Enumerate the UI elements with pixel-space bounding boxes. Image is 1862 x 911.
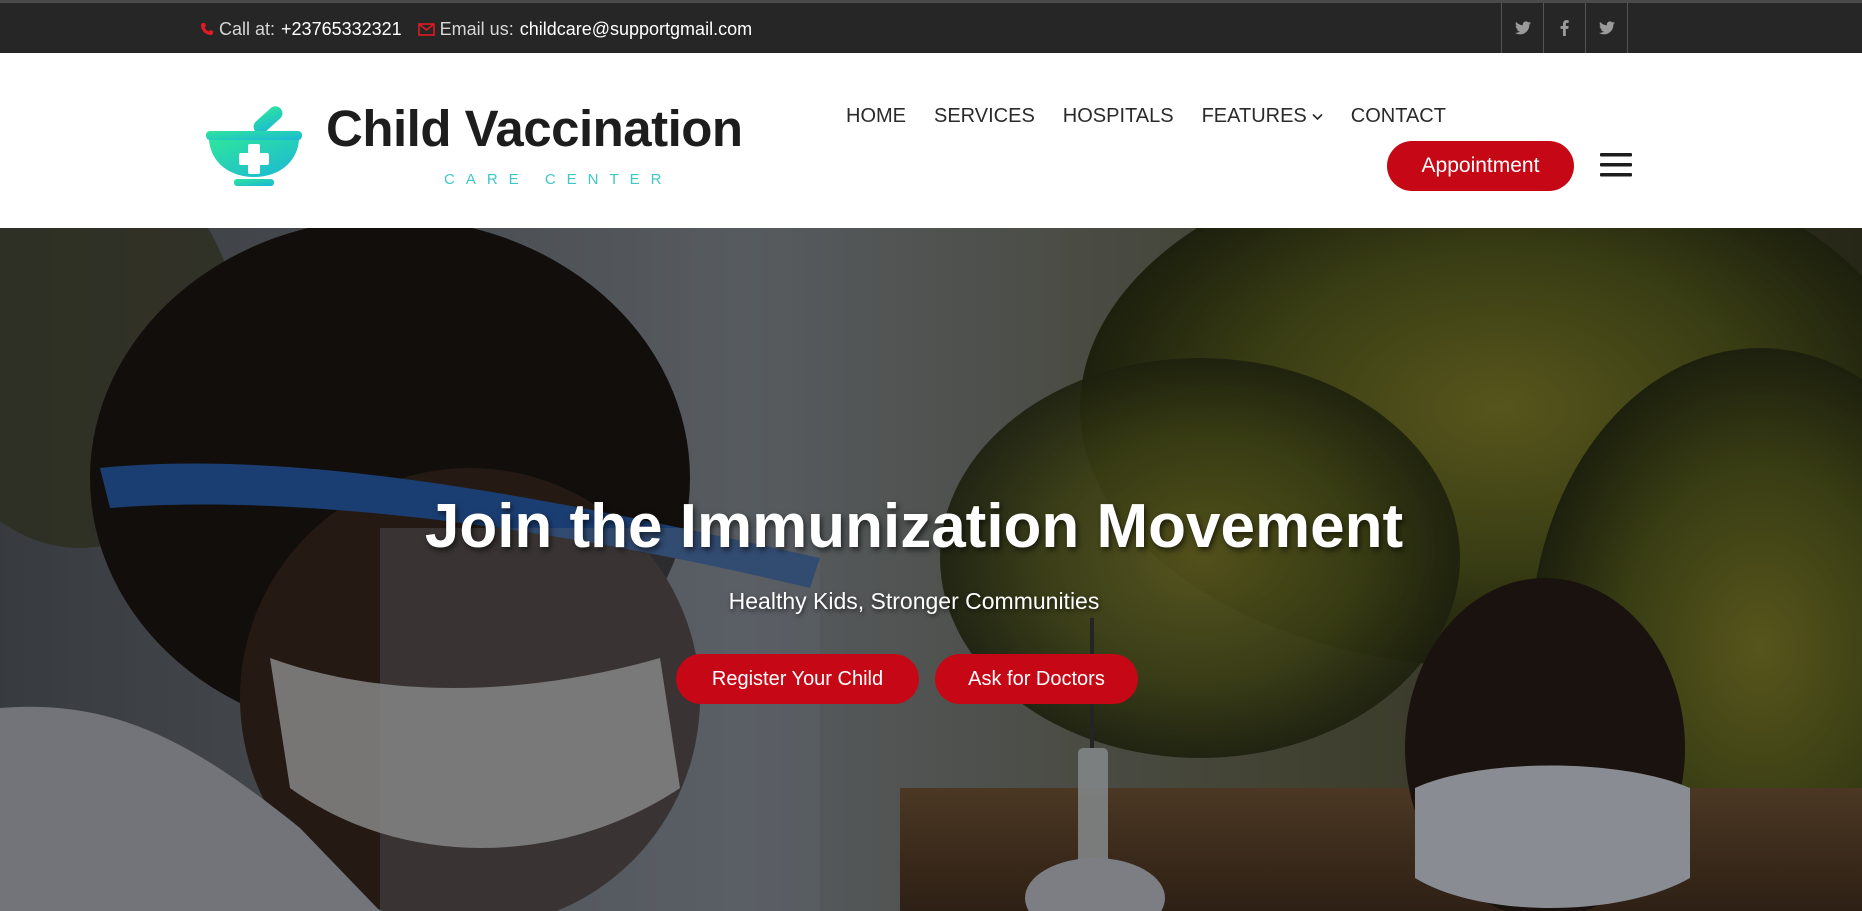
appointment-button[interactable]: Appointment (1387, 141, 1574, 191)
phone-number[interactable]: +23765332321 (281, 19, 402, 40)
hero-subtitle: Healthy Kids, Stronger Communities (728, 588, 1100, 614)
brand-title[interactable]: Child Vaccination (326, 99, 743, 158)
top-bar: Call at: +23765332321 Email us: childcar… (0, 0, 1862, 53)
main-nav: HOME SERVICES HOSPITALS FEATURES CONTACT (846, 105, 1446, 128)
hero-background-image (0, 228, 1862, 911)
twitter-icon[interactable] (1502, 3, 1544, 53)
hero-title: Join the Immunization Movement (424, 492, 1404, 561)
hero-section: Join the Immunization Movement Healthy K… (0, 228, 1862, 911)
chevron-down-icon (1312, 113, 1323, 120)
register-child-button[interactable]: Register Your Child (676, 654, 919, 704)
envelope-icon (417, 22, 435, 36)
social-links (1501, 3, 1628, 53)
mortar-pestle-cross-icon[interactable] (206, 101, 306, 187)
nav-contact[interactable]: CONTACT (1351, 105, 1446, 128)
nav-services[interactable]: SERVICES (934, 105, 1035, 128)
site-header: Child Vaccination CARE CENTER HOME SERVI… (0, 53, 1862, 228)
nav-home[interactable]: HOME (846, 105, 906, 128)
call-info[interactable]: Call at: +23765332321 (200, 19, 402, 40)
hamburger-menu-icon[interactable] (1600, 151, 1632, 179)
email-label: Email us: (439, 18, 514, 39)
ask-doctors-button[interactable]: Ask for Doctors (935, 654, 1138, 704)
nav-features[interactable]: FEATURES (1202, 105, 1323, 128)
nav-hospitals[interactable]: HOSPITALS (1063, 105, 1174, 128)
facebook-icon[interactable] (1544, 3, 1586, 53)
call-label: Call at: (219, 18, 276, 39)
email-address[interactable]: childcare@supportgmail.com (520, 19, 752, 40)
contact-info: Call at: +23765332321 Email us: childcar… (200, 18, 768, 40)
brand-subtitle: CARE CENTER (444, 171, 673, 188)
twitter-icon[interactable] (1586, 3, 1628, 53)
email-info[interactable]: Email us: childcare@supportgmail.com (417, 18, 752, 40)
phone-icon (200, 22, 214, 36)
nav-features-label: FEATURES (1201, 105, 1307, 127)
